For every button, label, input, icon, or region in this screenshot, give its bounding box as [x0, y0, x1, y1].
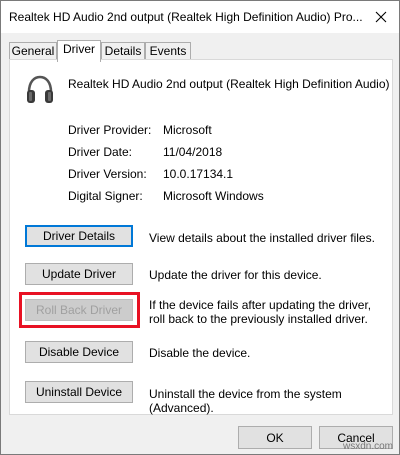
close-icon [375, 11, 387, 23]
update-driver-description: Update the driver for this device. [149, 268, 322, 282]
watermark: wsxdn.com [342, 441, 393, 452]
driver-provider-label: Driver Provider: [68, 123, 152, 137]
title-bar: Realtek HD Audio 2nd output (Realtek Hig… [1, 1, 399, 33]
uninstall-device-button[interactable]: Uninstall Device [25, 381, 133, 403]
ok-button[interactable]: OK [238, 426, 312, 449]
driver-version-value: 10.0.17134.1 [163, 167, 234, 181]
digital-signer-value: Microsoft Windows [163, 189, 264, 203]
headphones-icon [27, 75, 53, 103]
driver-provider-value: Microsoft [163, 123, 212, 137]
digital-signer-label: Digital Signer: [68, 189, 143, 203]
roll-back-driver-button[interactable]: Roll Back Driver [25, 299, 133, 321]
driver-version-label: Driver Version: [68, 167, 147, 181]
properties-dialog: Realtek HD Audio 2nd output (Realtek Hig… [0, 0, 400, 455]
uninstall-device-description: Uninstall the device from the system (Ad… [149, 387, 342, 415]
device-name: Realtek HD Audio 2nd output (Realtek Hig… [68, 77, 390, 91]
tab-strip: General Driver Details Events [9, 40, 393, 62]
disable-device-button[interactable]: Disable Device [25, 341, 133, 363]
driver-details-description: View details about the installed driver … [149, 231, 375, 245]
driver-date-value: 11/04/2018 [163, 145, 223, 159]
disable-device-description: Disable the device. [149, 346, 251, 360]
close-button[interactable] [363, 1, 399, 33]
roll-back-driver-description: If the device fails after updating the d… [149, 298, 372, 326]
driver-tab-panel: Realtek HD Audio 2nd output (Realtek Hig… [9, 59, 393, 415]
driver-date-label: Driver Date: [68, 145, 133, 159]
tab-driver[interactable]: Driver [57, 40, 101, 62]
window-title: Realtek HD Audio 2nd output (Realtek Hig… [9, 10, 363, 24]
driver-details-button[interactable]: Driver Details [25, 225, 133, 247]
update-driver-button[interactable]: Update Driver [25, 263, 133, 285]
